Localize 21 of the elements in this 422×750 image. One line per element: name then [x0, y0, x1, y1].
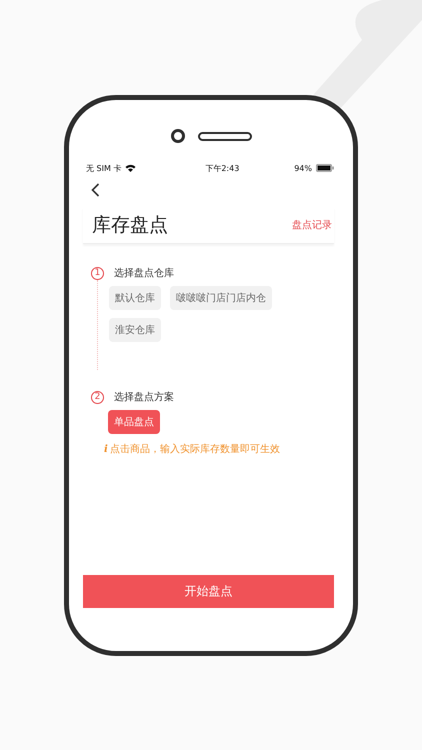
option-chip[interactable]: 啵啵啵门店门店内仓: [170, 286, 272, 310]
battery-text: 94%: [294, 164, 312, 172]
carrier-text: 无 SIM 卡: [86, 162, 122, 174]
option-chip[interactable]: 淮安仓库: [109, 318, 161, 342]
start-button[interactable]: 开始盘点: [83, 575, 334, 608]
page-title: 库存盘点: [92, 213, 168, 238]
step-number: 1: [91, 266, 104, 280]
time-text: 下午2:43: [205, 162, 240, 174]
wifi-icon: [125, 164, 136, 172]
step-label: 选择盘点方案: [114, 390, 174, 404]
records-link[interactable]: 盘点记录: [292, 218, 332, 232]
battery-icon: [316, 164, 334, 172]
speaker-icon: [198, 132, 252, 140]
step-number: 2: [91, 390, 104, 404]
step-label: 选择盘点仓库: [114, 266, 174, 280]
tip-text: 点击商品，输入实际库存数量即可生效: [110, 442, 280, 456]
camera-icon: [170, 129, 184, 143]
back-icon[interactable]: [91, 183, 100, 197]
option-chip[interactable]: 单品盘点: [108, 410, 160, 434]
info-icon: i: [104, 444, 108, 454]
option-chip[interactable]: 默认仓库: [109, 286, 161, 310]
